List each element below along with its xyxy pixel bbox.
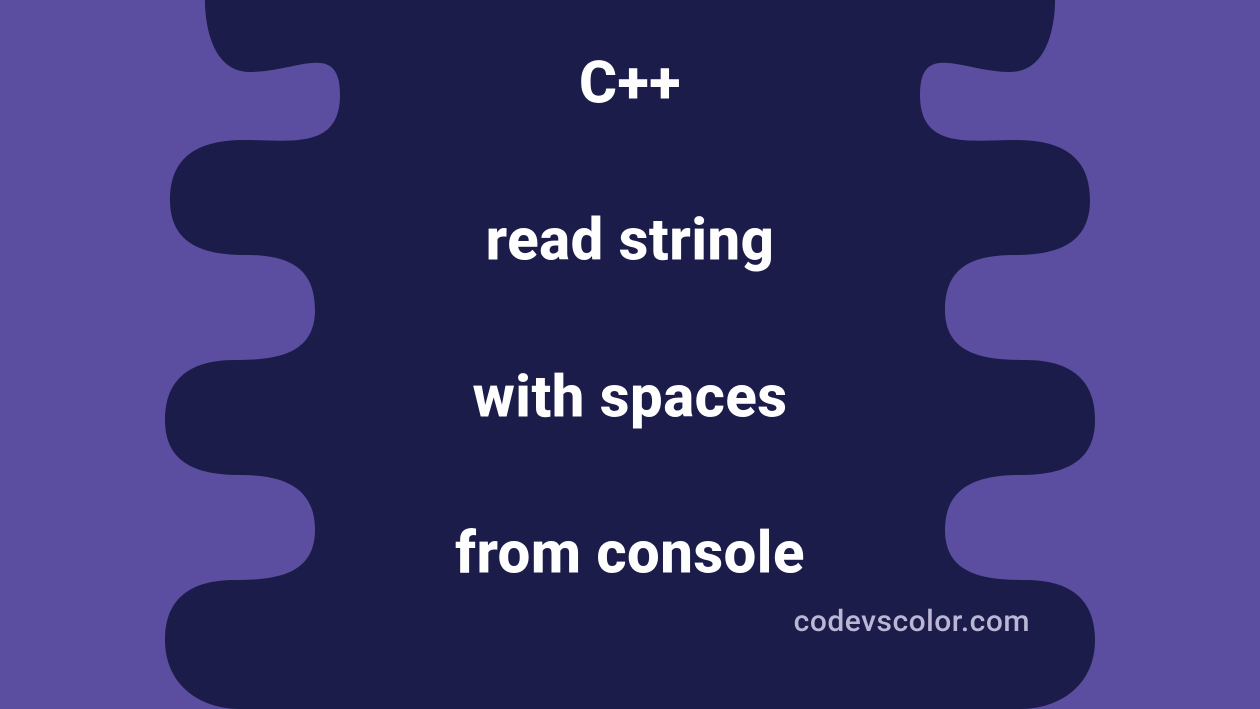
headline-line-3: with spaces	[455, 358, 805, 436]
headline: C++ read string with spaces from console	[455, 0, 805, 671]
headline-line-2: read string	[455, 202, 805, 280]
watermark: codevscolor.com	[794, 604, 1030, 639]
headline-line-4: from console	[455, 515, 805, 593]
headline-line-1: C++	[455, 45, 805, 123]
